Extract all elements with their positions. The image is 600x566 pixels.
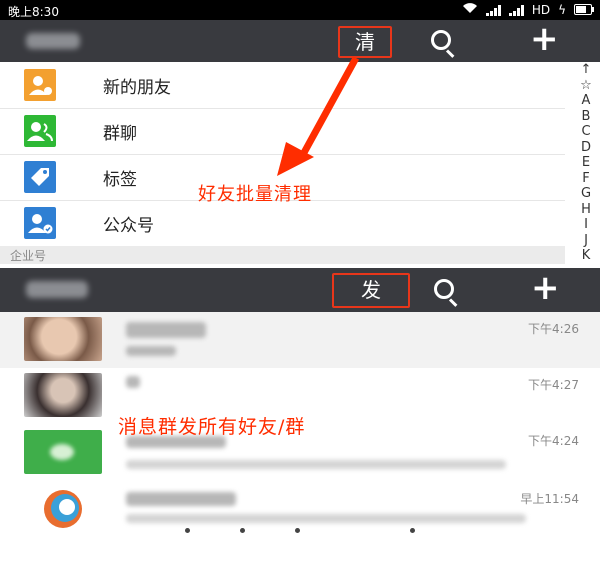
list-bottom — [0, 538, 600, 566]
broadcast-button[interactable]: 发 — [332, 273, 410, 308]
avatar — [24, 487, 102, 531]
dot — [240, 528, 245, 533]
chat-time: 下午4:26 — [528, 322, 579, 336]
avatar — [24, 373, 102, 417]
search-icon[interactable] — [434, 279, 454, 299]
chat-row[interactable]: 下午4:26 — [0, 312, 600, 369]
dot — [295, 528, 300, 533]
arrow-to-clean-button — [277, 56, 360, 176]
account-name-blurred — [26, 281, 88, 298]
dot — [410, 528, 415, 533]
chat-time: 下午4:27 — [528, 378, 579, 392]
annotation-broadcast: 消息群发所有好友/群 — [118, 416, 306, 438]
plus-icon[interactable]: + — [531, 271, 560, 305]
dot — [185, 528, 190, 533]
annotation-clean-friends: 好友批量清理 — [198, 184, 312, 205]
chat-preview-blurred — [126, 346, 176, 356]
bottom-nav-bar: 发 + — [0, 268, 600, 312]
chat-preview-blurred — [126, 514, 526, 523]
chat-name-blurred — [126, 492, 236, 506]
chat-name-blurred — [126, 376, 140, 388]
chat-time: 下午4:24 — [528, 434, 579, 448]
chat-name-blurred — [126, 322, 206, 338]
chat-row[interactable]: 早上11:54 — [0, 480, 600, 539]
avatar — [24, 317, 102, 361]
avatar — [24, 430, 102, 474]
chat-preview-blurred — [126, 460, 506, 469]
chat-time: 早上11:54 — [520, 492, 579, 506]
